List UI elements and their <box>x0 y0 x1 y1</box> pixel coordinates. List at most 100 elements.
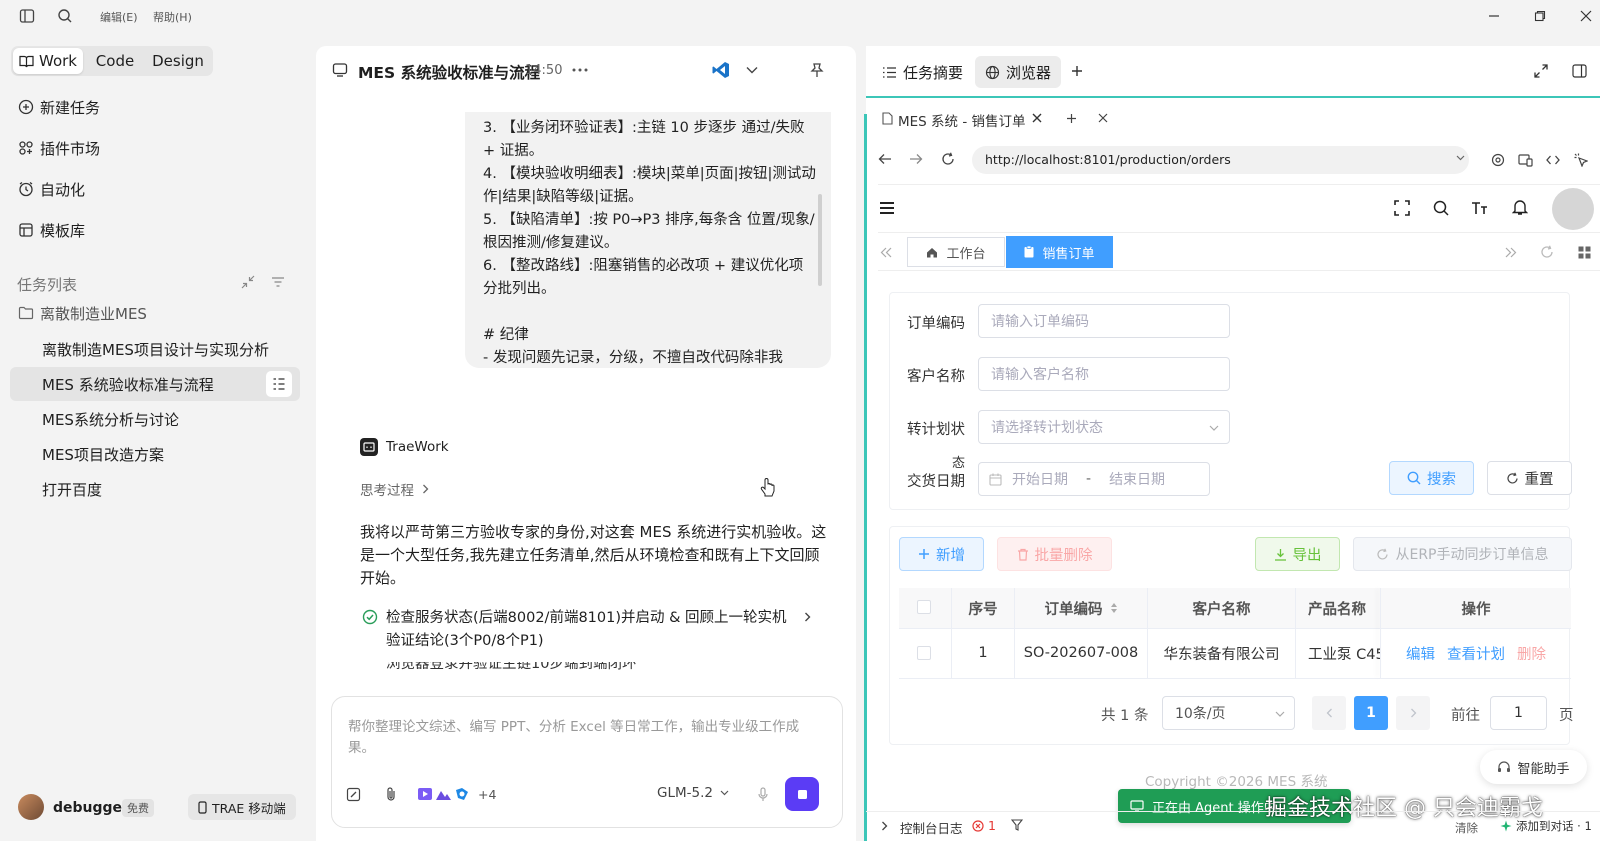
search-icon[interactable] <box>1432 199 1450 217</box>
refresh-icon[interactable] <box>1539 244 1555 260</box>
fullscreen-icon[interactable] <box>1393 199 1411 217</box>
task-item[interactable]: 离散制造MES项目设计与实现分析 <box>10 332 300 366</box>
font-size-icon[interactable] <box>1471 199 1489 217</box>
add-tab-icon[interactable] <box>1068 62 1086 80</box>
add-button[interactable]: 新增 <box>899 537 984 571</box>
edit-link[interactable]: 编辑 <box>1406 643 1435 664</box>
composer-placeholder[interactable]: 帮你整理论文综述、编写 PPT、分析 Excel 等日常工作，输出专业级工作成 <box>348 715 799 735</box>
hamburger-icon[interactable] <box>878 200 896 216</box>
close-browser-icon[interactable] <box>1096 111 1110 125</box>
back-icon[interactable] <box>877 151 893 167</box>
order-code-input[interactable]: 请输入订单编码 <box>978 304 1230 338</box>
more-icon[interactable] <box>570 62 590 78</box>
expand-icon[interactable] <box>1532 62 1550 80</box>
attach-icon[interactable] <box>382 785 400 803</box>
smart-assistant-button[interactable]: 智能助手 <box>1480 750 1587 784</box>
sidebar-toggle-icon[interactable] <box>18 7 36 25</box>
batch-delete-button[interactable]: 批量删除 <box>997 537 1112 571</box>
step-line[interactable]: 检查服务状态(后端8002/前端8101)并启动 & 回顾上一轮实机 <box>386 606 787 627</box>
goto-page-input[interactable]: 1 <box>1490 696 1547 730</box>
grid-icon[interactable] <box>1576 244 1592 260</box>
vscode-icon[interactable] <box>711 60 731 80</box>
close-tab-icon[interactable] <box>1030 111 1044 125</box>
microphone-icon[interactable] <box>755 785 771 803</box>
prev-page-button[interactable] <box>1312 696 1346 730</box>
menu-help[interactable]: 帮助(H) <box>153 9 192 25</box>
nav-new-task[interactable]: 新建任务 <box>16 90 286 124</box>
minimize-icon[interactable] <box>1484 6 1504 26</box>
col-header-order-code[interactable]: 订单编码 <box>1015 588 1147 628</box>
select-all-checkbox[interactable] <box>917 600 931 614</box>
nav-templates[interactable]: 模板库 <box>16 213 286 247</box>
menu-edit[interactable]: 编辑(E) <box>100 9 138 25</box>
task-item[interactable]: 打开百度 <box>10 472 300 506</box>
device-icon[interactable] <box>1517 152 1533 168</box>
clear-button[interactable]: 清除 <box>1455 820 1478 836</box>
new-browser-tab-icon[interactable] <box>1064 111 1078 125</box>
chevron-right-icon[interactable] <box>878 819 890 833</box>
thinking-toggle[interactable]: 思考过程 <box>360 479 429 499</box>
forward-icon[interactable] <box>908 151 924 167</box>
address-bar[interactable]: http://localhost:8101/production/orders <box>972 146 1469 174</box>
bubble-scrollbar[interactable] <box>818 194 822 286</box>
nav-plugin-market[interactable]: 插件市场 <box>16 131 286 165</box>
add-to-chat-button[interactable]: 添加到对话 · 1 <box>1500 818 1592 834</box>
app-tab-workbench[interactable]: 工作台 <box>907 237 1005 267</box>
browser-tab-title[interactable]: MES 系统 - 销售订单 <box>898 110 1026 130</box>
search-icon[interactable] <box>56 7 74 25</box>
mode-code[interactable]: Code <box>87 48 143 74</box>
page-size-select[interactable]: 10条/页 <box>1162 696 1295 730</box>
double-chevron-left-icon[interactable] <box>878 244 894 260</box>
pin-icon[interactable] <box>807 60 827 80</box>
panel-layout-icon[interactable] <box>1570 62 1588 80</box>
task-item[interactable]: MES项目改造方案 <box>10 437 300 471</box>
export-button[interactable]: 导出 <box>1255 537 1340 571</box>
plugin-more-count[interactable]: +4 <box>478 787 496 802</box>
step-expand-icon[interactable] <box>800 610 814 624</box>
console-log-label[interactable]: 控制台日志 <box>900 818 963 837</box>
task-item-active[interactable]: MES 系统验收标准与流程 <box>10 367 300 401</box>
sync-erp-button[interactable]: 从ERP手动同步订单信息 <box>1353 537 1572 571</box>
plan-status-select[interactable]: 请选择转计划状态 <box>978 410 1230 444</box>
next-page-button[interactable] <box>1396 696 1430 730</box>
chevron-down-icon[interactable] <box>744 62 760 78</box>
composer-placeholder[interactable]: 果。 <box>348 736 375 756</box>
double-chevron-right-icon[interactable] <box>1503 244 1519 260</box>
mode-design[interactable]: Design <box>145 48 211 74</box>
target-icon[interactable] <box>1490 152 1506 168</box>
filter-icon[interactable] <box>270 274 286 290</box>
bell-icon[interactable] <box>1511 198 1529 216</box>
view-plan-link[interactable]: 查看计划 <box>1447 643 1505 664</box>
code-icon[interactable] <box>1545 152 1561 168</box>
mode-work[interactable]: Work <box>13 48 83 74</box>
app-tab-sales-order[interactable]: 销售订单 <box>1006 236 1113 268</box>
chevron-down-icon[interactable] <box>1456 155 1465 161</box>
plugin-icons[interactable] <box>418 786 472 802</box>
task-group-folder[interactable]: 离散制造业MES <box>16 296 286 330</box>
task-item[interactable]: MES系统分析与讨论 <box>10 402 300 436</box>
avatar[interactable] <box>18 794 44 820</box>
close-window-icon[interactable] <box>1576 6 1596 26</box>
reset-button[interactable]: 重置 <box>1487 461 1572 495</box>
step-line[interactable]: 验证结论(3个P0/8个P1) <box>386 629 544 650</box>
stop-button[interactable] <box>785 777 819 811</box>
page-number-current[interactable]: 1 <box>1354 696 1388 730</box>
row-checkbox[interactable] <box>917 646 931 660</box>
mobile-app-button[interactable]: TRAE 移动端 <box>188 794 296 820</box>
nav-automation[interactable]: 自动化 <box>16 172 286 206</box>
element-picker-icon[interactable] <box>1573 152 1589 168</box>
error-count[interactable]: 1 <box>972 818 996 833</box>
collapse-icon[interactable] <box>240 274 256 290</box>
restore-icon[interactable] <box>1530 6 1550 26</box>
delete-link[interactable]: 删除 <box>1517 643 1546 664</box>
customer-input[interactable]: 请输入客户名称 <box>978 357 1230 391</box>
refresh-icon[interactable] <box>940 151 956 167</box>
search-button[interactable]: 搜索 <box>1389 461 1474 495</box>
url-text[interactable]: http://localhost:8101/production/orders <box>985 152 1231 167</box>
model-selector[interactable]: GLM-5.2 <box>657 785 729 801</box>
tab-browser[interactable]: 浏览器 <box>975 56 1061 88</box>
tab-summary[interactable]: 任务摘要 <box>882 60 963 84</box>
task-outline-icon[interactable] <box>266 371 292 397</box>
user-avatar[interactable] <box>1552 188 1594 230</box>
delivery-date-range[interactable]: 开始日期 - 结束日期 <box>978 462 1210 496</box>
